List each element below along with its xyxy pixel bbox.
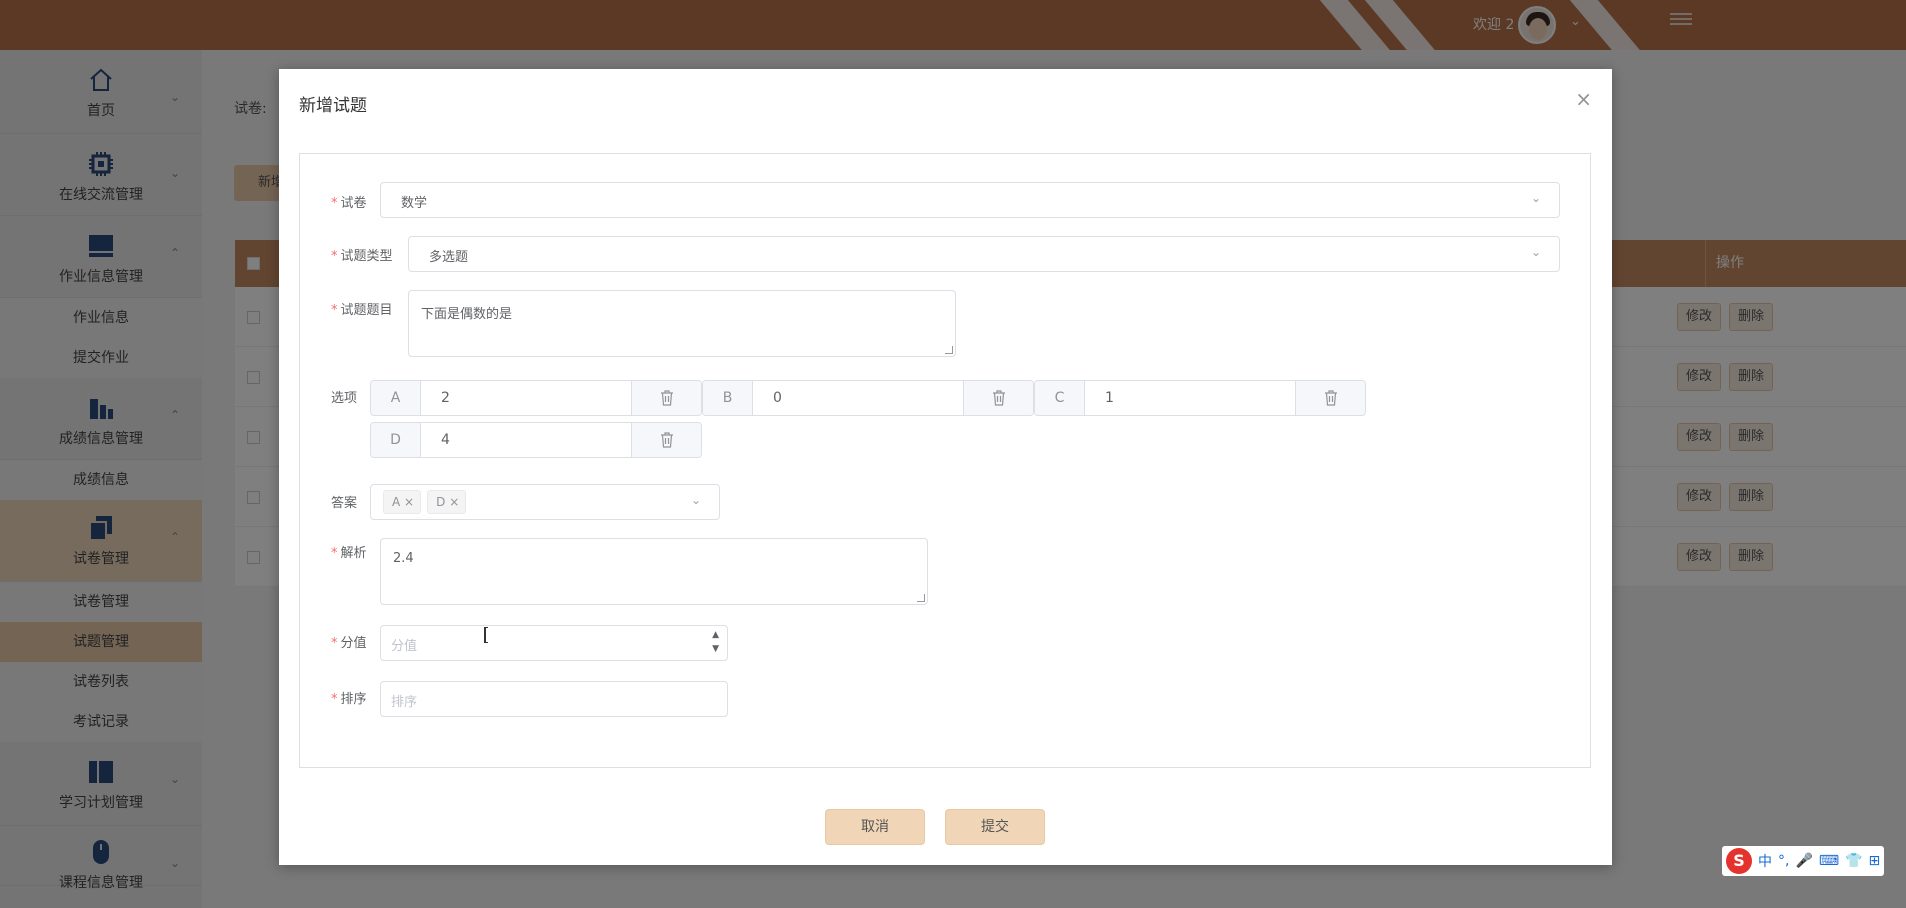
trash-icon[interactable] <box>631 423 701 457</box>
option-key: C <box>1035 381 1085 415</box>
chevron-down-icon: ⌄ <box>1530 191 1541 205</box>
analysis-label: * 解析 <box>331 546 367 561</box>
option-input[interactable]: 2 <box>421 381 631 415</box>
answer-multiselect[interactable]: A × D × ⌄ <box>370 484 720 520</box>
dialog-title: 新增试题 <box>299 96 367 116</box>
form-item-options: 选项 <box>331 387 357 406</box>
option-input[interactable]: 1 <box>1085 381 1295 415</box>
resize-handle[interactable] <box>917 594 925 602</box>
submit-button[interactable]: 提交 <box>945 809 1045 845</box>
option-b: B 0 <box>702 380 1034 416</box>
add-question-dialog: 新增试题 × * 试卷 数学 ⌄ * 试题类型 多选题 ⌄ * 试题题目 下面是偶数的… <box>279 69 1612 865</box>
trash-icon[interactable] <box>963 381 1033 415</box>
question-label: * 试题题目 <box>331 303 393 318</box>
microphone-icon[interactable]: 🎤 <box>1795 853 1812 869</box>
type-label: * 试题类型 <box>331 249 393 264</box>
type-select-value: 多选题 <box>429 250 469 265</box>
form-item-type: * 试题类型 <box>331 245 393 264</box>
answer-tag: A × <box>383 490 422 514</box>
answer-tag: D × <box>427 490 467 514</box>
paper-label: * 试卷 <box>331 196 367 211</box>
order-placeholder: 排序 <box>391 695 418 710</box>
punctuation-icon[interactable]: °, <box>1778 853 1789 869</box>
trash-icon[interactable] <box>631 381 701 415</box>
chevron-down-icon: ⌄ <box>1530 245 1541 259</box>
option-c: C 1 <box>1034 380 1366 416</box>
option-input[interactable]: 0 <box>753 381 963 415</box>
apps-icon[interactable]: ⊞ <box>1869 853 1881 869</box>
paper-select-value: 数学 <box>401 196 428 211</box>
form-item-paper: * 试卷 <box>331 192 367 211</box>
form-item-order: * 排序 <box>331 688 367 707</box>
form-item-question: * 试题题目 <box>331 299 393 318</box>
option-key: D <box>371 423 421 457</box>
answer-tags: A × D × <box>383 490 472 514</box>
question-form: * 试卷 数学 ⌄ * 试题类型 多选题 ⌄ * 试题题目 下面是偶数的是 选项 A … <box>299 153 1591 768</box>
score-label: * 分值 <box>331 636 367 651</box>
paper-select[interactable]: 数学 ⌄ <box>380 182 1560 218</box>
number-stepper[interactable]: ▲ ▼ <box>712 628 719 656</box>
score-input[interactable]: 分值 ▲ ▼ <box>380 625 728 661</box>
form-item-score: * 分值 <box>331 632 367 651</box>
chevron-down-icon: ⌄ <box>690 493 701 507</box>
option-input[interactable]: 4 <box>421 423 631 457</box>
answer-label: 答案 <box>331 496 358 511</box>
option-key: A <box>371 381 421 415</box>
question-textarea[interactable]: 下面是偶数的是 <box>408 290 956 357</box>
score-placeholder: 分值 <box>391 639 418 654</box>
order-label: * 排序 <box>331 692 367 707</box>
sogou-logo-icon[interactable]: S <box>1726 848 1752 874</box>
question-text: 下面是偶数的是 <box>421 307 513 322</box>
close-icon[interactable]: × <box>1575 87 1592 111</box>
analysis-text: 2.4 <box>393 551 414 566</box>
option-d: D 4 <box>370 422 702 458</box>
options-label: 选项 <box>331 391 358 406</box>
close-icon[interactable]: × <box>449 495 459 509</box>
option-key: B <box>703 381 753 415</box>
trash-icon[interactable] <box>1295 381 1365 415</box>
question-type-select[interactable]: 多选题 ⌄ <box>408 236 1560 272</box>
resize-handle[interactable] <box>945 346 953 354</box>
form-item-answer: 答案 <box>331 492 357 511</box>
cancel-button[interactable]: 取消 <box>825 809 925 845</box>
skin-icon[interactable]: 👕 <box>1845 853 1862 869</box>
ime-toolbar[interactable]: S 中 °, 🎤 ⌨ 👕 ⊞ <box>1722 846 1885 876</box>
order-input[interactable]: 排序 <box>380 681 728 717</box>
chinese-mode-icon[interactable]: 中 <box>1758 851 1772 871</box>
form-item-analysis: * 解析 <box>331 542 367 561</box>
text-cursor-icon <box>484 627 488 643</box>
analysis-textarea[interactable]: 2.4 <box>380 538 928 605</box>
close-icon[interactable]: × <box>404 495 414 509</box>
keyboard-icon[interactable]: ⌨ <box>1819 853 1839 869</box>
option-a: A 2 <box>370 380 702 416</box>
